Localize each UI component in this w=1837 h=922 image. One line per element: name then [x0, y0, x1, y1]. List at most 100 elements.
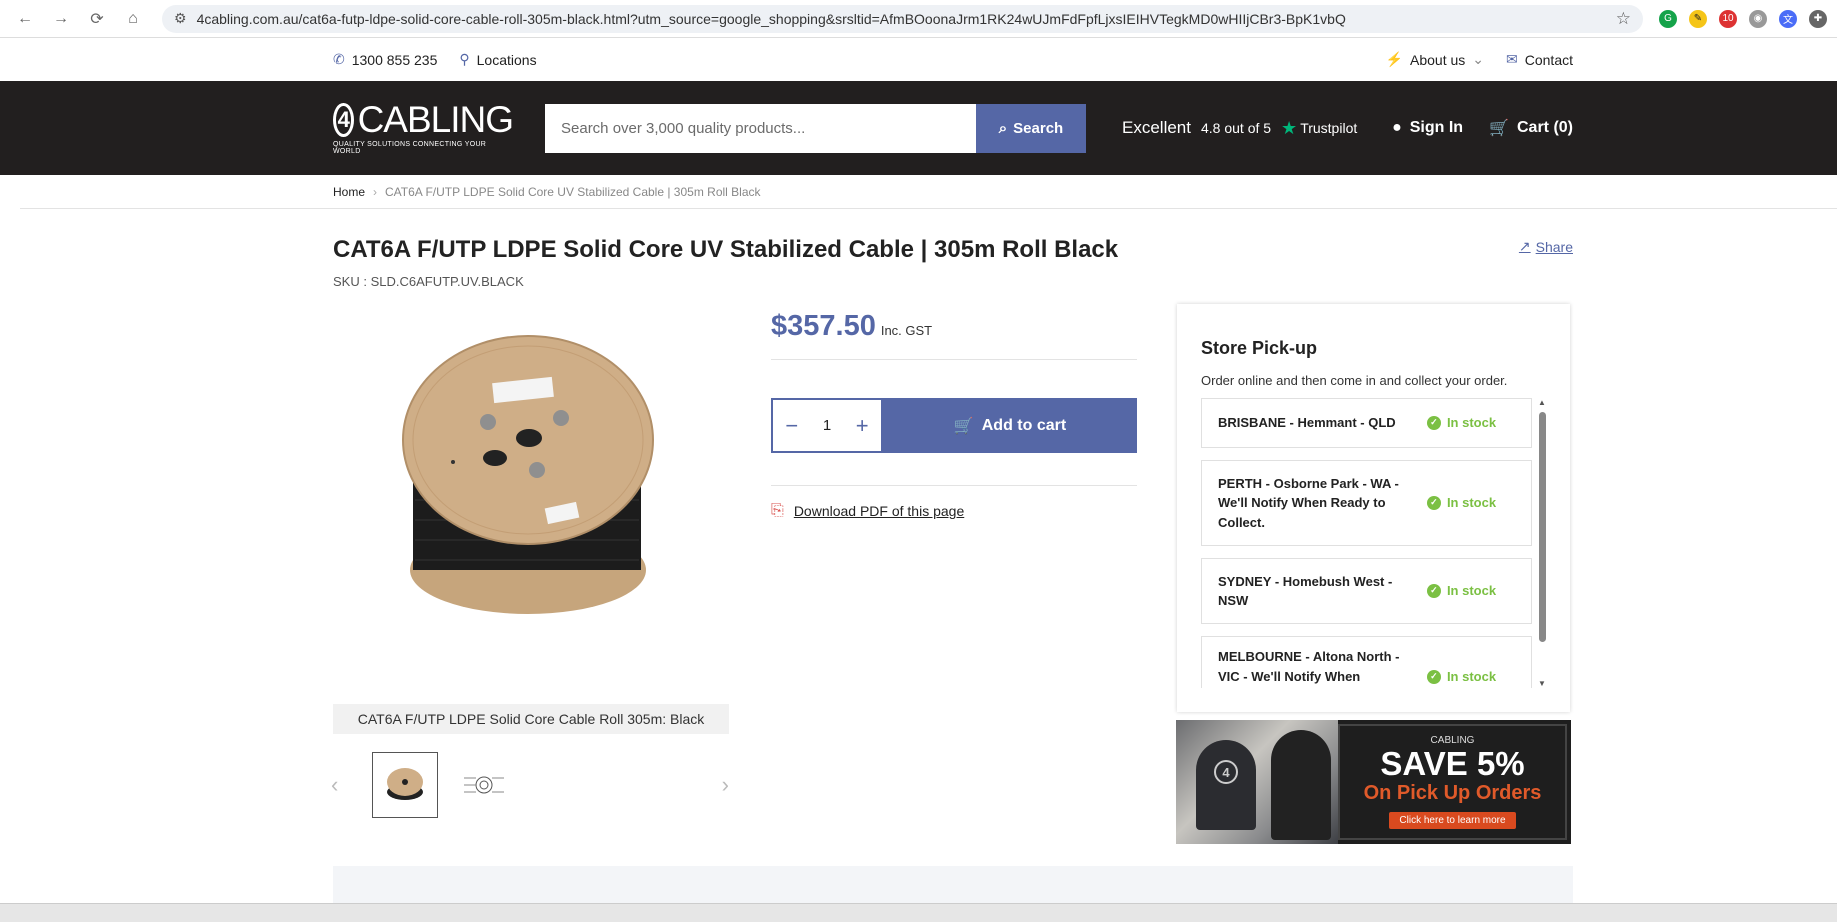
store-status: In stock	[1446, 583, 1497, 599]
logo-4-icon: 4	[333, 102, 354, 137]
url-text[interactable]: 4cabling.com.au/cat6a-futp-ldpe-solid-co…	[197, 11, 1346, 27]
store-name: PERTH - Osborne Park - WA - We'll Notify…	[1218, 475, 1399, 530]
download-pdf-row: ⎘ Download PDF of this page	[771, 485, 1137, 520]
pickup-promo-banner[interactable]: 4 CABLING SAVE 5% On Pick Up Orders Clic…	[1176, 720, 1571, 844]
breadcrumb-separator: ›	[373, 184, 378, 199]
check-circle-icon: ✓	[1426, 669, 1441, 684]
thumb-prev-icon[interactable]: ‹	[331, 772, 338, 798]
product-main-image[interactable]	[333, 330, 729, 650]
site-info-icon[interactable]: ⚙	[174, 10, 187, 27]
site-logo[interactable]: 4 CABLING QUALITY SOLUTIONS CONNECTING YO…	[333, 99, 514, 155]
thumbnail-reel-image	[387, 768, 423, 800]
store-item: BRISBANE - Hemmant - QLD ✓ In stock	[1201, 398, 1532, 448]
search-form: ⌕ Search	[545, 103, 1086, 153]
store-name: SYDNEY - Homebush West - NSW	[1218, 573, 1393, 609]
notification-extension-icon[interactable]: 10	[1719, 9, 1737, 28]
address-bar[interactable]: ⚙ 4cabling.com.au/cat6a-futp-ldpe-solid-…	[162, 4, 1643, 33]
translate-extension-icon[interactable]: 文	[1779, 9, 1797, 28]
contact-label: Contact	[1524, 51, 1573, 68]
logo-text: CABLING	[357, 99, 514, 140]
locations-link[interactable]: ⚲ Locations	[459, 51, 536, 68]
search-button[interactable]: ⌕ Search	[976, 103, 1086, 153]
store-list-scrollbar[interactable]: ▲ ▼	[1538, 398, 1546, 688]
pdf-icon: ⎘	[771, 502, 784, 519]
store-pickup-panel: Store Pick-up Order online and then come…	[1177, 304, 1570, 712]
promo-subheadline: On Pick Up Orders	[1363, 782, 1542, 805]
grammarly-extension-icon[interactable]: G	[1659, 9, 1677, 28]
promo-text: CABLING SAVE 5% On Pick Up Orders Click …	[1338, 724, 1567, 840]
reload-icon[interactable]: ⟳	[82, 4, 112, 34]
thumbnail-diagram[interactable]	[451, 752, 517, 818]
about-us-dropdown[interactable]: ⚡ About us ⌄	[1386, 51, 1484, 68]
price-row: $357.50 Inc. GST	[771, 310, 1137, 360]
plus-icon[interactable]: +	[856, 413, 869, 439]
product-price: $357.50	[771, 310, 876, 342]
add-to-cart-label: Add to cart	[981, 416, 1067, 434]
trust-rating: Excellent	[1122, 118, 1191, 137]
download-pdf-link[interactable]: Download PDF of this page	[794, 503, 964, 519]
check-circle-icon: ✓	[1426, 496, 1441, 510]
map-pin-icon: ⚲	[459, 51, 470, 67]
minus-icon[interactable]: −	[785, 413, 798, 439]
add-to-cart-button[interactable]: 🛒 Add to cart	[883, 398, 1137, 453]
thumb-next-icon[interactable]: ›	[722, 772, 729, 798]
image-caption: CAT6A F/UTP LDPE Solid Core Cable Roll 3…	[333, 704, 729, 734]
highlighter-extension-icon[interactable]: ✎	[1689, 9, 1707, 28]
forward-icon[interactable]: →	[46, 4, 76, 34]
thumbnail-reel[interactable]	[372, 752, 438, 818]
scroll-up-icon[interactable]: ▲	[1538, 398, 1546, 407]
logo-tagline: QUALITY SOLUTIONS CONNECTING YOUR WORLD	[333, 141, 487, 155]
image-thumbnails: ‹ ›	[331, 752, 729, 818]
quantity-value[interactable]: 1	[823, 417, 831, 434]
cart-link[interactable]: 🛒 Cart (0)	[1489, 118, 1573, 138]
purchase-panel: $357.50 Inc. GST − 1 + 🛒 Add to cart ⎘ Do…	[771, 310, 1137, 520]
search-icon: ⌕	[998, 119, 1008, 137]
contact-link[interactable]: ✉ Contact	[1506, 51, 1573, 68]
phone-icon: ✆	[333, 51, 345, 67]
store-name: BRISBANE - Hemmant - QLD	[1218, 415, 1396, 431]
scrollbar-thumb[interactable]	[1539, 412, 1546, 642]
trust-score: 4.8 out of 5	[1200, 120, 1272, 136]
promo-photo: 4	[1176, 720, 1338, 844]
phone-link[interactable]: ✆ 1300 855 235	[333, 51, 437, 68]
trust-brand: Trustpilot	[1300, 120, 1358, 136]
trustpilot-widget[interactable]: Excellent 4.8 out of 5 ★ Trustpilot	[1122, 118, 1357, 139]
share-link[interactable]: ↗ Share	[1519, 238, 1573, 255]
add-to-cart-row: − 1 + 🛒 Add to cart	[771, 398, 1137, 453]
phone-number: 1300 855 235	[351, 51, 438, 68]
cable-reel-image	[402, 335, 654, 614]
product-sku: SKU : SLD.C6AFUTP.UV.BLACK	[333, 274, 524, 289]
store-status: In stock	[1446, 415, 1497, 431]
store-list[interactable]: BRISBANE - Hemmant - QLD ✓ In stock PERTH …	[1201, 398, 1546, 688]
trustpilot-star-icon: ★	[1281, 117, 1298, 138]
lower-section-background	[333, 866, 1573, 906]
share-icon: ↗	[1518, 238, 1531, 254]
bookmark-star-icon[interactable]: ☆	[1616, 9, 1631, 29]
camera-extension-icon[interactable]: ◉	[1749, 9, 1767, 28]
back-icon[interactable]: ←	[10, 4, 40, 34]
logo-4-icon: 4	[1214, 760, 1238, 784]
sign-in-link[interactable]: ● Sign In	[1392, 119, 1463, 137]
breadcrumb: Home › CAT6A F/UTP LDPE Solid Core UV St…	[20, 175, 1837, 209]
quantity-stepper: − 1 +	[771, 398, 883, 453]
check-circle-icon: ✓	[1426, 584, 1441, 598]
price-note: Inc. GST	[880, 323, 933, 338]
home-icon[interactable]: ⌂	[118, 4, 148, 34]
promo-headline: SAVE 5%	[1380, 744, 1525, 782]
scroll-down-icon[interactable]: ▼	[1538, 679, 1546, 688]
share-label: Share	[1535, 238, 1573, 255]
sign-in-label: Sign In	[1409, 119, 1464, 136]
breadcrumb-home[interactable]: Home	[333, 185, 365, 199]
user-icon: ●	[1392, 119, 1402, 136]
about-label: About us	[1410, 51, 1466, 68]
cart-icon: 🛒	[953, 417, 974, 435]
store-item: PERTH - Osborne Park - WA - We'll Notify…	[1201, 460, 1532, 546]
extensions-puzzle-icon[interactable]: ✚	[1809, 9, 1827, 28]
store-item: MELBOURNE - Altona North - VIC - We'll N…	[1201, 636, 1532, 688]
search-input[interactable]	[545, 103, 976, 153]
promo-cta-button[interactable]: Click here to learn more	[1389, 812, 1516, 830]
check-circle-icon: ✓	[1426, 416, 1441, 430]
logo-mark-icon: ⚡	[1385, 51, 1404, 67]
product-title-area: CAT6A F/UTP LDPE Solid Core UV Stabilize…	[333, 236, 1573, 289]
thumbnail-diagram-image	[464, 776, 504, 794]
